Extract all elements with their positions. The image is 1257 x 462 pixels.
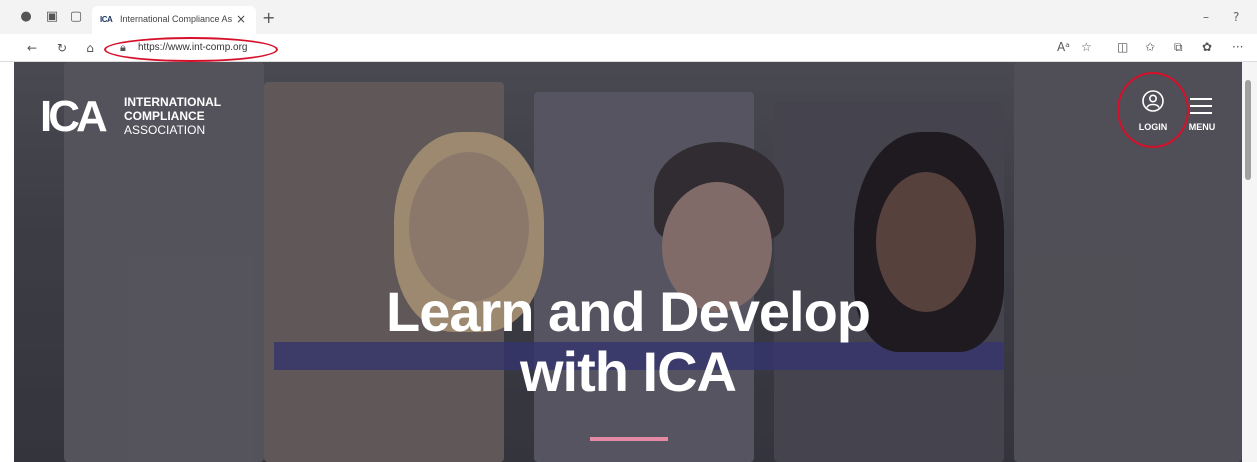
logo-line: ASSOCIATION bbox=[124, 123, 206, 137]
logo-mark: ICA bbox=[40, 92, 108, 141]
menu-label: MENU bbox=[1188, 122, 1216, 132]
hero-headline: Learn and Develop with ICA bbox=[14, 282, 1242, 402]
split-screen-icon[interactable]: ◫ bbox=[1117, 40, 1128, 54]
headline-line: with ICA bbox=[520, 340, 737, 403]
more-icon[interactable]: ··· bbox=[1232, 40, 1243, 54]
favorite-icon[interactable]: ☆ bbox=[1081, 40, 1092, 54]
home-icon[interactable]: ⌂ bbox=[82, 40, 98, 56]
menu-button[interactable]: MENU bbox=[1184, 94, 1224, 138]
headline-line: Learn and Develop bbox=[385, 280, 871, 343]
workspaces-icon[interactable]: ▣ bbox=[44, 9, 60, 25]
logo-line: INTERNATIONAL bbox=[124, 95, 222, 109]
headline-accent-bar bbox=[590, 437, 668, 441]
refresh-icon[interactable]: ↻ bbox=[54, 40, 70, 56]
login-annotation-circle bbox=[1117, 72, 1189, 148]
read-aloud-icon[interactable]: Aᵃ bbox=[1057, 40, 1070, 54]
favorites-icon[interactable]: ✩ bbox=[1145, 40, 1155, 54]
logo-line: COMPLIANCE bbox=[124, 109, 205, 123]
new-tab-button[interactable]: + bbox=[262, 8, 275, 27]
extensions-icon[interactable]: ✿ bbox=[1202, 40, 1212, 54]
browser-tab[interactable]: ICA International Compliance Associ × bbox=[92, 6, 256, 34]
site-favicon-icon: ICA bbox=[100, 15, 113, 24]
tab-title: International Compliance Associ bbox=[120, 14, 232, 24]
collections-icon[interactable]: ⧉ bbox=[1174, 40, 1183, 55]
help-button[interactable]: ? bbox=[1233, 10, 1239, 24]
url-annotation-circle bbox=[104, 37, 278, 62]
profile-icon[interactable]: ● bbox=[18, 9, 34, 25]
tab-actions-icon[interactable]: ▢ bbox=[68, 9, 84, 25]
scrollbar-thumb[interactable] bbox=[1245, 80, 1251, 180]
tab-close-icon[interactable]: × bbox=[236, 12, 246, 26]
tab-bar: ● ▣ ▢ ICA International Compliance Assoc… bbox=[0, 0, 1257, 34]
minimize-button[interactable]: – bbox=[1203, 10, 1209, 24]
back-icon[interactable]: ← bbox=[24, 40, 40, 56]
